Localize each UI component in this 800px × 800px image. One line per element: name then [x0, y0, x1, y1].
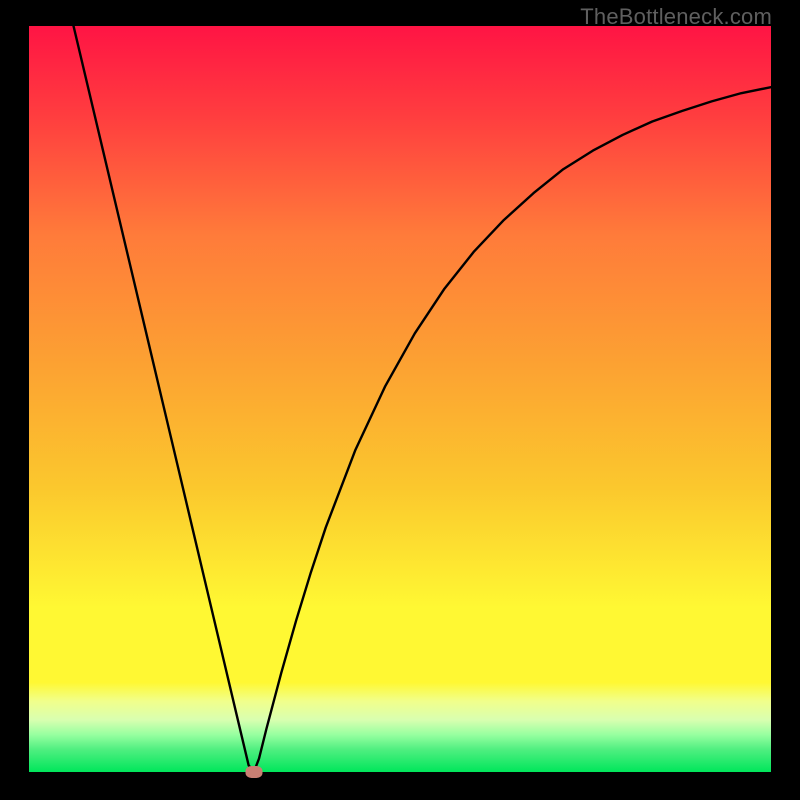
optimal-point-marker [245, 766, 262, 778]
chart-plot [29, 26, 771, 772]
gradient-background [29, 26, 771, 772]
chart-frame [29, 26, 771, 772]
